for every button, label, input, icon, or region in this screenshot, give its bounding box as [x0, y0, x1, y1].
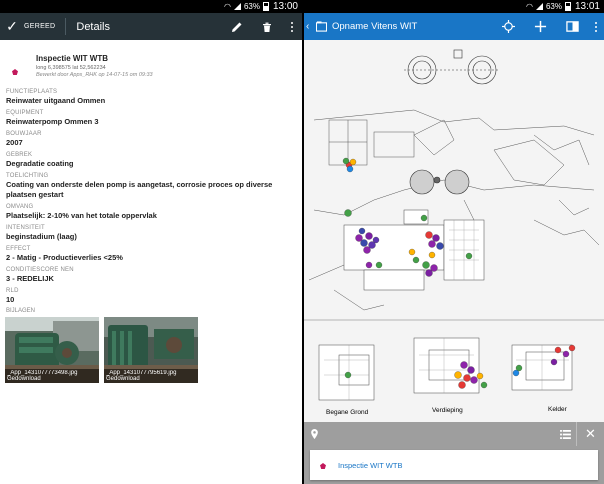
field-value: 10: [6, 295, 15, 304]
field-intensiteit: INTENSITEIT beginstadium (laag): [6, 224, 302, 242]
map-pin-icon[interactable]: [304, 429, 324, 439]
trash-icon[interactable]: [252, 13, 282, 40]
signal-icon: [535, 3, 543, 10]
result-label: Inspectie WIT WTB: [338, 460, 403, 470]
plus-icon[interactable]: [524, 13, 556, 40]
status-bar: ◠ 63% 13:00: [0, 0, 302, 13]
floor-label: Verdieping: [432, 407, 463, 414]
attribute-list: FUNCTIEPLAATS Reinwater uitgaand Ommen E…: [0, 88, 302, 305]
field-conditiescore: CONDITIESCORE NEN 3 - REDELIJK: [6, 266, 302, 284]
results-panel: Inspectie WIT WTB: [304, 446, 604, 484]
pencil-icon[interactable]: [222, 13, 252, 40]
status-time: 13:01: [574, 1, 600, 12]
list-icon[interactable]: [554, 422, 576, 446]
field-label: EFFECT: [6, 246, 31, 252]
more-icon[interactable]: [282, 21, 302, 32]
battery-percent: 63%: [545, 2, 562, 11]
done-button[interactable]: GEREED: [24, 18, 67, 35]
field-label: OMVANG: [6, 204, 34, 210]
attachment-status: Gedownload: [7, 376, 41, 382]
map-toolbar: ‹ Opname Vitens WIT: [304, 13, 604, 40]
attachments-label: BIJLAGEN: [6, 308, 36, 314]
field-omvang: OMVANG Plaatselijk: 2-10% van het totale…: [6, 203, 302, 221]
detail-toolbar: ✓ GEREED Details: [0, 13, 302, 40]
field-effect: EFFECT 2 - Matig - Productieverlies <25%: [6, 245, 302, 263]
toolbar-title: Details: [76, 20, 110, 33]
field-label: TOELICHTING: [6, 173, 49, 179]
wifi-icon: ◠: [525, 2, 533, 11]
close-icon[interactable]: ✕: [576, 422, 604, 446]
crosshair-icon[interactable]: [492, 13, 524, 40]
field-label: CONDITIESCORE NEN: [6, 267, 74, 273]
signal-icon: [233, 3, 241, 10]
back-icon[interactable]: ‹: [304, 21, 314, 32]
map-screen: ◠ 63% 13:01 ‹ Opname Vitens WIT Begane G…: [304, 0, 604, 484]
field-value: Plaatselijk: 2-10% van het totale opperv…: [6, 211, 157, 220]
status-icons: ◠ 63%: [224, 2, 269, 11]
battery-percent: 63%: [243, 2, 260, 11]
status-time: 13:00: [272, 1, 298, 12]
field-label: BOUWJAAR: [6, 131, 42, 137]
field-value: 2007: [6, 138, 23, 147]
field-label: RLD: [6, 288, 19, 294]
feature-header: Inspectie WIT WTB long 6,398575 lat 52,5…: [0, 40, 302, 88]
field-value: 2 - Matig - Productieverlies <25%: [6, 253, 123, 262]
attachment-status: Gedownload: [106, 376, 140, 382]
map-title: Opname Vitens WIT: [332, 21, 418, 32]
field-value: beginstadium (laag): [6, 232, 77, 241]
results-bar: ✕: [304, 422, 604, 446]
field-bouwjaar: BOUWJAAR 2007: [6, 130, 302, 148]
field-label: EQUIPMENT: [6, 110, 44, 116]
battery-icon: [564, 2, 571, 11]
battery-icon: [262, 2, 269, 11]
check-icon[interactable]: ✓: [0, 13, 24, 40]
floor-label: Begane Grond: [326, 409, 369, 416]
field-label: GEBREK: [6, 152, 33, 158]
attachment-thumbnail[interactable]: _App_1431077795619.jpg Gedownload: [104, 317, 198, 383]
field-gebrek: GEBREK Degradatie coating: [6, 151, 302, 169]
more-icon[interactable]: [588, 21, 604, 32]
detail-screen: ◠ 63% 13:00 ✓ GEREED Details Inspectie W…: [0, 0, 302, 484]
feature-edited: Bewerkt door Apps_RHK op 14-07-15 om 09:…: [36, 72, 153, 78]
result-item[interactable]: Inspectie WIT WTB: [310, 450, 598, 480]
feature-coordinates: long 6,398575 lat 52,562234: [36, 65, 106, 71]
status-bar: ◠ 63% 13:01: [304, 0, 604, 13]
feature-name: Inspectie WIT WTB: [36, 54, 108, 63]
field-toelichting: TOELICHTING Coating van onderste delen p…: [6, 172, 302, 200]
status-icons: ◠ 63%: [526, 2, 571, 11]
map-view[interactable]: Begane Grond Verdieping Kelder: [304, 40, 604, 422]
field-value: Degradatie coating: [6, 159, 74, 168]
feature-marker-icon: [12, 54, 26, 88]
attachment-thumbnail[interactable]: _App_1431077773498.jpg Gedownload: [5, 317, 99, 383]
field-rld: RLD 10: [6, 287, 302, 305]
panel-icon[interactable]: [556, 13, 588, 40]
app-icon[interactable]: [314, 20, 328, 34]
floor-label: Kelder: [548, 406, 567, 413]
field-value: Reinwater uitgaand Ommen: [6, 96, 106, 105]
field-label: INTENSITEIT: [6, 225, 45, 231]
field-label: FUNCTIEPLAATS: [6, 89, 58, 95]
field-value: Coating van onderste delen pomp is aange…: [6, 180, 273, 199]
attachments: _App_1431077773498.jpg Gedownload _App_1…: [0, 317, 302, 383]
field-functieplaats: FUNCTIEPLAATS Reinwater uitgaand Ommen: [6, 88, 302, 106]
site-drawing: [304, 40, 604, 422]
field-value: Reinwaterpomp Ommen 3: [6, 117, 99, 126]
field-value: 3 - REDELIJK: [6, 274, 54, 283]
wifi-icon: ◠: [223, 2, 231, 11]
field-equipment: EQUIPMENT Reinwaterpomp Ommen 3: [6, 109, 302, 127]
